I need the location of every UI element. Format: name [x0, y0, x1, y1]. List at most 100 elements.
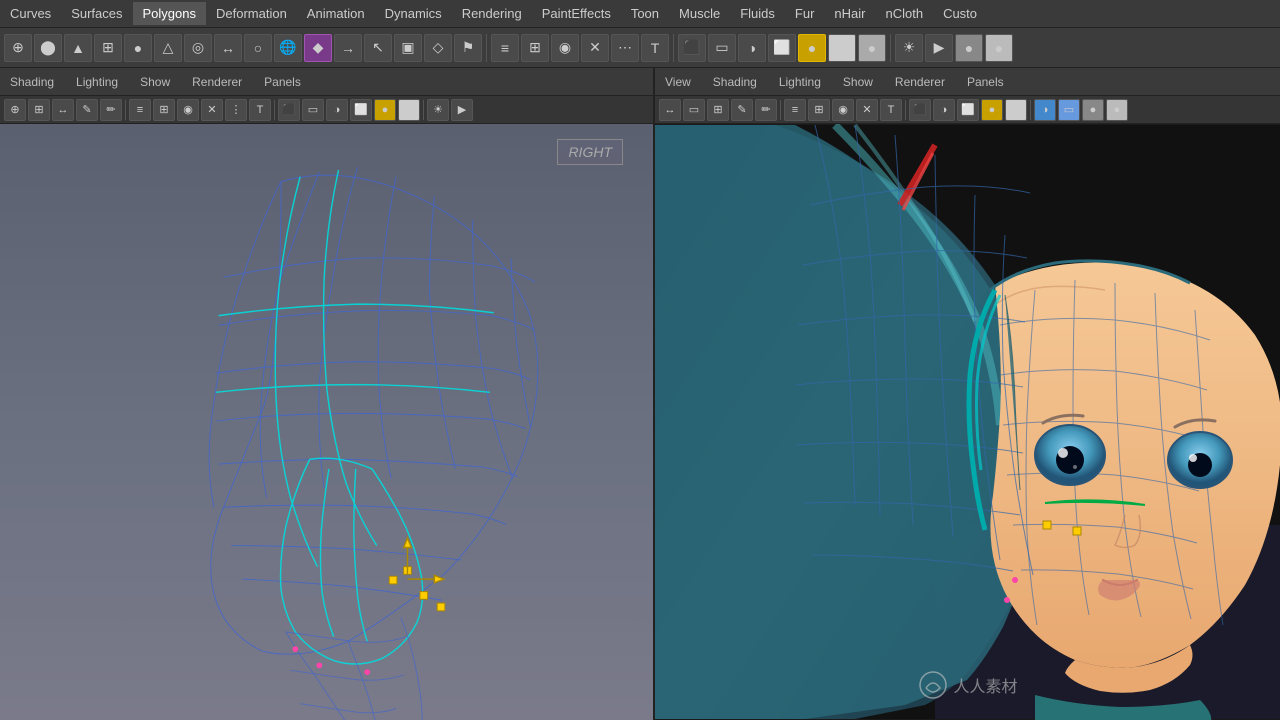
tool-ring[interactable]: ○	[244, 34, 272, 62]
rvp-film[interactable]: ▭	[683, 99, 705, 121]
tool-gray2[interactable]: ●	[985, 34, 1013, 62]
tool-select[interactable]: ⊕	[4, 34, 32, 62]
tool-arrow[interactable]: →	[334, 34, 362, 62]
vp-paint[interactable]: ✏	[100, 99, 122, 121]
tool-cursor[interactable]: ↖	[364, 34, 392, 62]
menu-custom[interactable]: Custo	[933, 2, 987, 25]
tool-cone[interactable]: ▲	[64, 34, 92, 62]
vp-select[interactable]: ⊕	[4, 99, 26, 121]
menu-surfaces[interactable]: Surfaces	[61, 2, 132, 25]
vp-x[interactable]: ✕	[201, 99, 223, 121]
menu-fur[interactable]: Fur	[785, 2, 825, 25]
vp-shade[interactable]: ◑	[326, 99, 348, 121]
vp-wire[interactable]: ⬜	[350, 99, 372, 121]
vp-move[interactable]: ↔	[52, 99, 74, 121]
vp-cam[interactable]: ⬛	[278, 99, 300, 121]
left-viewport-canvas[interactable]: RIGHT	[0, 124, 653, 720]
menu-polygons[interactable]: Polygons	[133, 2, 206, 25]
tool-dots[interactable]: ⋯	[611, 34, 639, 62]
tool-grid[interactable]: ⊞	[521, 34, 549, 62]
menu-fluids[interactable]: Fluids	[730, 2, 785, 25]
menu-rendering[interactable]: Rendering	[452, 2, 532, 25]
tool-layers[interactable]: ≡	[491, 34, 519, 62]
right-menu-shading[interactable]: Shading	[707, 73, 763, 91]
vp-film[interactable]: ▭	[302, 99, 324, 121]
tool-flag[interactable]: ⚑	[454, 34, 482, 62]
vp-dots[interactable]: ⋮	[225, 99, 247, 121]
tool-shade[interactable]: ◑	[738, 34, 766, 62]
left-menu-lighting[interactable]: Lighting	[70, 73, 124, 91]
right-menu-view[interactable]: View	[659, 73, 697, 91]
tool-yellow[interactable]: ●	[798, 34, 826, 62]
rvp-grid2[interactable]: ⊞	[808, 99, 830, 121]
rvp-x[interactable]: ✕	[856, 99, 878, 121]
rvp-paint[interactable]: ✏	[755, 99, 777, 121]
rvp-brush[interactable]: ✎	[731, 99, 753, 121]
rvp-layers[interactable]: ≡	[784, 99, 806, 121]
tool-white2[interactable]: ●	[858, 34, 886, 62]
tool-gray1[interactable]: ●	[955, 34, 983, 62]
right-menu-panels[interactable]: Panels	[961, 73, 1010, 91]
tool-torus[interactable]: ◎	[184, 34, 212, 62]
rvp-blue2[interactable]: ▭	[1058, 99, 1080, 121]
vp-render[interactable]: ▶	[451, 99, 473, 121]
rvp-gray2[interactable]: ●	[1106, 99, 1128, 121]
menu-painteffects[interactable]: PaintEffects	[532, 2, 621, 25]
rvp-shade[interactable]: ◑	[933, 99, 955, 121]
menu-dynamics[interactable]: Dynamics	[375, 2, 452, 25]
left-menu-panels[interactable]: Panels	[258, 73, 307, 91]
right-menu-lighting[interactable]: Lighting	[773, 73, 827, 91]
tool-x[interactable]: ✕	[581, 34, 609, 62]
tool-white1[interactable]: ●	[828, 34, 856, 62]
rvp-t[interactable]: T	[880, 99, 902, 121]
tool-wire[interactable]: ⬜	[768, 34, 796, 62]
menu-bar: Curves Surfaces Polygons Deformation Ani…	[0, 0, 1280, 28]
tool-sphere[interactable]: ●	[124, 34, 152, 62]
tool-T[interactable]: T	[641, 34, 669, 62]
menu-nhair[interactable]: nHair	[824, 2, 875, 25]
menu-deformation[interactable]: Deformation	[206, 2, 297, 25]
tool-cube[interactable]: ▣	[394, 34, 422, 62]
vp-brush[interactable]: ✎	[76, 99, 98, 121]
menu-curves[interactable]: Curves	[0, 2, 61, 25]
tool-special[interactable]: ◆	[304, 34, 332, 62]
tool-light[interactable]: ☀	[895, 34, 923, 62]
vp-circle[interactable]: ◉	[177, 99, 199, 121]
menu-animation[interactable]: Animation	[297, 2, 375, 25]
tool-film[interactable]: ▭	[708, 34, 736, 62]
vp-yellow[interactable]: ●	[374, 99, 396, 121]
rvp-gray1[interactable]: ●	[1082, 99, 1104, 121]
rvp-circle[interactable]: ◉	[832, 99, 854, 121]
tool-box[interactable]: ⊞	[94, 34, 122, 62]
rvp-blue1[interactable]: ◑	[1034, 99, 1056, 121]
menu-toon[interactable]: Toon	[621, 2, 669, 25]
left-menu-shading[interactable]: Shading	[4, 73, 60, 91]
rvp-yellow[interactable]: ●	[981, 99, 1003, 121]
tool-circle[interactable]: ◉	[551, 34, 579, 62]
vp-white[interactable]: ●	[398, 99, 420, 121]
left-menu-renderer[interactable]: Renderer	[186, 73, 248, 91]
rvp-wire[interactable]: ⬜	[957, 99, 979, 121]
menu-ncloth[interactable]: nCloth	[875, 2, 933, 25]
tool-diamond[interactable]: ◇	[424, 34, 452, 62]
tool-render[interactable]: ▶	[925, 34, 953, 62]
right-menu-show[interactable]: Show	[837, 73, 879, 91]
vp-light[interactable]: ☀	[427, 99, 449, 121]
tool-globe[interactable]: 🌐	[274, 34, 302, 62]
right-menu-renderer[interactable]: Renderer	[889, 73, 951, 91]
menu-muscle[interactable]: Muscle	[669, 2, 730, 25]
vp-t[interactable]: T	[249, 99, 271, 121]
tool-pyramid[interactable]: △	[154, 34, 182, 62]
rvp-white[interactable]: ●	[1005, 99, 1027, 121]
right-viewport-canvas[interactable]: 人人素材	[655, 124, 1280, 720]
rvp-cam[interactable]: ⬛	[909, 99, 931, 121]
rvp-grid[interactable]: ⊞	[707, 99, 729, 121]
left-menu-show[interactable]: Show	[134, 73, 176, 91]
tool-cylinder[interactable]: ⬤	[34, 34, 62, 62]
vp-grid2[interactable]: ⊞	[153, 99, 175, 121]
rvp-move[interactable]: ↔	[659, 99, 681, 121]
tool-move[interactable]: ↔	[214, 34, 242, 62]
vp-grid[interactable]: ⊞	[28, 99, 50, 121]
tool-cam[interactable]: ⬛	[678, 34, 706, 62]
vp-layers[interactable]: ≡	[129, 99, 151, 121]
